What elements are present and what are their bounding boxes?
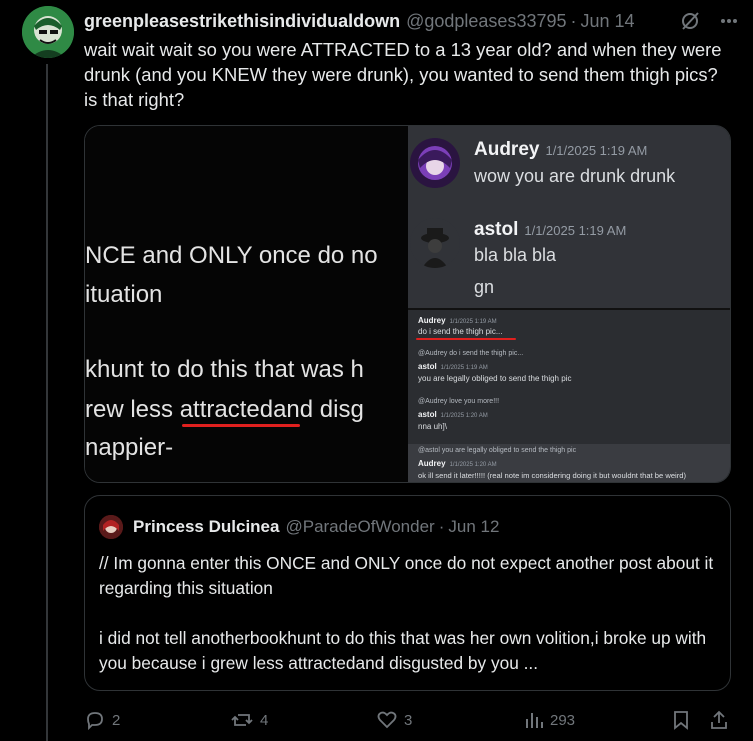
discord-message: nna uh]\	[418, 422, 447, 431]
reply-icon	[84, 709, 106, 731]
discord-chat-zoomed: Audrey 1/1/2025 1:19 AM wow you are drunk…	[408, 126, 730, 306]
quoted-post-date[interactable]: Jun 12	[448, 517, 499, 537]
discord-message: do i send the thigh pic...	[418, 327, 503, 336]
discord-highlighted-message: @astol you are legally obliged to send t…	[408, 444, 730, 483]
discord-username: astol	[418, 410, 437, 419]
like-count: 3	[404, 711, 413, 729]
discord-timestamp: 1/1/2025 1:20 AM	[440, 413, 488, 419]
discord-username: astol 1/1/2025 1:19 AM	[474, 219, 627, 240]
discord-username: Audrey 1/1/2025 1:19 AM	[474, 139, 648, 160]
discord-message: wow you are drunk drunk	[474, 166, 676, 186]
quoted-post[interactable]: Princess Dulcinea @ParadeOfWonder · Jun …	[84, 495, 731, 691]
media-image[interactable]: NCE and ONLY once do no ituation khunt t…	[84, 125, 731, 483]
quoted-post-header: Princess Dulcinea @ParadeOfWonder · Jun …	[133, 515, 499, 539]
reply-button[interactable]: 2	[84, 706, 120, 734]
post-date[interactable]: Jun 14	[581, 11, 635, 32]
repost-count: 4	[260, 711, 269, 729]
media-text-line: nappier-	[85, 434, 174, 461]
separator: ·	[438, 517, 445, 536]
quoted-author-name[interactable]: Princess Dulcinea	[133, 517, 279, 537]
avatar	[410, 218, 460, 268]
media-text-line: rew less attractedand disg	[85, 396, 364, 423]
discord-message: bla bla bla	[474, 245, 557, 265]
like-button[interactable]: 3	[376, 706, 412, 734]
thread-line	[46, 64, 48, 741]
views-icon	[524, 709, 544, 731]
discord-username: Audrey	[418, 316, 446, 325]
avatar-image	[22, 6, 74, 58]
discord-chat-full: Audrey 1/1/2025 1:19 AM do i send the thi…	[408, 308, 730, 483]
share-icon	[709, 709, 729, 731]
bookmark-button[interactable]	[671, 706, 691, 734]
red-underline	[182, 424, 300, 427]
red-underline	[416, 338, 516, 340]
discord-timestamp: 1/1/2025 1:19 AM	[440, 365, 488, 371]
red-underline	[492, 482, 624, 483]
quoted-post-text: // Im gonna enter this ONCE and ONLY onc…	[99, 551, 719, 676]
discord-reply-preview: @Audrey do i send the thigh pic...	[418, 350, 524, 357]
discord-message: you are legally obliged to send the thig…	[418, 374, 572, 383]
discord-reply-preview: @astol you are legally obliged to send t…	[418, 447, 577, 454]
discord-screenshot: Audrey 1/1/2025 1:19 AM wow you are drunk…	[408, 126, 730, 483]
discord-username: Audrey	[418, 459, 446, 468]
share-button[interactable]	[709, 706, 729, 734]
discord-timestamp: 1/1/2025 1:19 AM	[545, 143, 648, 158]
views-count: 293	[550, 711, 576, 729]
discord-timestamp: 1/1/2025 1:20 AM	[449, 462, 497, 468]
more-icon[interactable]	[719, 11, 739, 31]
discord-message: ok ill send it later!!!!! (real note im …	[418, 471, 687, 480]
discord-timestamp: 1/1/2025 1:19 AM	[449, 319, 497, 325]
media-text-line: khunt to do this that was h	[85, 356, 364, 383]
repost-button[interactable]: 4	[230, 706, 268, 734]
quoted-paragraph: // Im gonna enter this ONCE and ONLY onc…	[99, 553, 714, 598]
avatar[interactable]	[99, 515, 123, 539]
discord-username: astol	[418, 362, 437, 371]
action-bar: 2 4 3 293	[84, 706, 731, 734]
views-button[interactable]: 293	[524, 706, 575, 734]
grok-icon[interactable]	[679, 10, 701, 32]
quoted-author-handle[interactable]: @ParadeOfWonder	[285, 517, 434, 537]
separator: ·	[570, 10, 577, 31]
post-text: wait wait wait so you were ATTRACTED to …	[84, 39, 722, 110]
discord-reply-preview: @Audrey love you more!!!	[418, 398, 500, 405]
author-handle[interactable]: @godpleases33795	[406, 11, 566, 32]
media-text-line: ituation	[85, 281, 163, 308]
avatar	[410, 138, 460, 188]
author-name[interactable]: greenpleasestrikethisindividualdown	[84, 11, 400, 32]
post-header: greenpleasestrikethisindividualdown @god…	[84, 9, 739, 33]
media-left-screenshot: NCE and ONLY once do no ituation khunt t…	[85, 126, 408, 482]
discord-timestamp: 1/1/2025 1:19 AM	[524, 223, 627, 238]
bookmark-icon	[671, 709, 691, 731]
like-icon	[376, 709, 398, 731]
avatar[interactable]	[22, 6, 74, 58]
quoted-paragraph: i did not tell anotherbookhunt to do thi…	[99, 628, 707, 673]
media-text-line: NCE and ONLY once do no	[85, 242, 378, 269]
repost-icon	[230, 709, 254, 731]
discord-message: gn	[474, 277, 495, 297]
reply-count: 2	[112, 711, 121, 729]
